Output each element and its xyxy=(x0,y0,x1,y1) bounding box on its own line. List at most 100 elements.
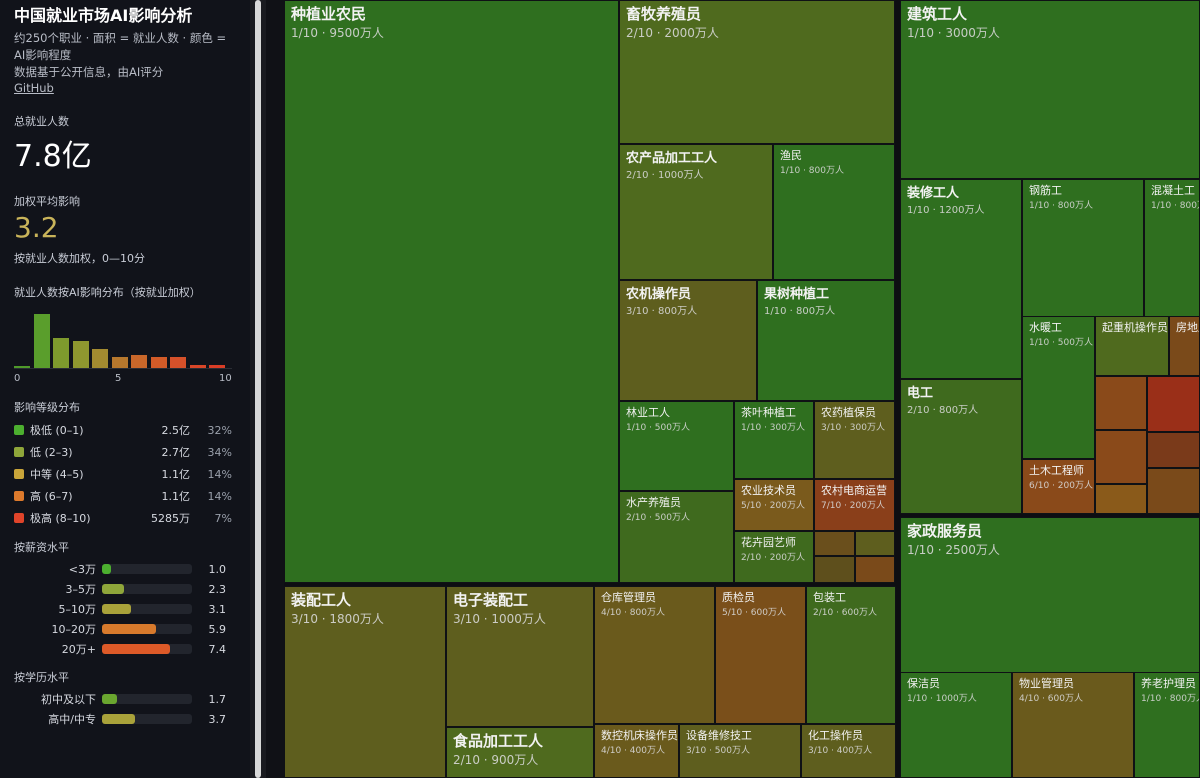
treemap-tile[interactable] xyxy=(1095,484,1147,514)
treemap-tile[interactable]: 房地产 xyxy=(1169,316,1200,376)
avg-note: 按就业人数加权，0—10分 xyxy=(14,252,145,265)
treemap-tile[interactable]: 农药植保员 3/10 · 300万人 xyxy=(814,401,895,479)
treemap-tile[interactable] xyxy=(855,531,895,556)
treemap-tile[interactable]: 农业技术员 5/10 · 200万人 xyxy=(734,479,814,531)
treemap-tile[interactable]: 水暖工 1/10 · 500万人 xyxy=(1022,316,1095,459)
treemap-tile[interactable]: 数控机床操作员 4/10 · 400万人 xyxy=(594,724,679,778)
salary-value: 1.0 xyxy=(208,562,227,576)
tile-name: 畜牧养殖员 xyxy=(626,5,702,23)
level-pct: 14% xyxy=(207,489,232,503)
treemap-tile[interactable] xyxy=(1147,376,1200,432)
tile-name: 设备维修技工 xyxy=(686,729,752,742)
tile-name: 土木工程师 xyxy=(1029,464,1084,477)
salary-track xyxy=(102,564,192,574)
tile-name: 农药植保员 xyxy=(821,406,876,419)
treemap-tile[interactable] xyxy=(814,531,855,556)
hist-tick-10: 10 xyxy=(219,373,232,384)
tile-meta: 4/10 · 400万人 xyxy=(601,746,665,756)
level-label: 影响等级分布 xyxy=(14,401,80,414)
avg-value: 3.2 xyxy=(14,211,59,244)
level-row: 极低 (0–1) 2.5亿 32% xyxy=(14,419,236,441)
treemap-tile[interactable]: 茶叶种植工 1/10 · 300万人 xyxy=(734,401,814,479)
treemap-tile[interactable]: 仓库管理员 4/10 · 800万人 xyxy=(594,586,715,724)
treemap-tile[interactable]: 种植业农民 1/10 · 9500万人 xyxy=(284,0,619,583)
treemap-tile[interactable]: 建筑工人 1/10 · 3000万人 xyxy=(900,0,1200,179)
edu-track xyxy=(102,694,192,704)
tile-meta: 1/10 · 3000万人 xyxy=(907,26,1000,40)
treemap-tile[interactable]: 电子装配工 3/10 · 1000万人 xyxy=(446,586,594,727)
salary-name: 20万+ xyxy=(61,643,96,656)
salary-row: 20万+ 7.4 xyxy=(14,639,236,659)
page-title: 中国就业市场AI影响分析 xyxy=(14,6,193,25)
tile-name: 农机操作员 xyxy=(626,287,692,302)
tile-name: 渔民 xyxy=(780,149,802,162)
treemap-tile[interactable]: 食品加工工人 2/10 · 900万人 xyxy=(446,727,594,778)
tile-name: 食品加工工人 xyxy=(453,732,544,750)
treemap-tile[interactable]: 林业工人 1/10 · 500万人 xyxy=(619,401,734,491)
tile-meta: 3/10 · 500万人 xyxy=(686,746,750,756)
tile-meta: 1/10 · 800万人 xyxy=(1151,201,1199,211)
treemap-tile[interactable]: 设备维修技工 3/10 · 500万人 xyxy=(679,724,801,778)
treemap-tile[interactable]: 花卉园艺师 2/10 · 200万人 xyxy=(734,531,814,583)
tile-name: 起重机操作员 xyxy=(1102,321,1168,334)
hist-bar xyxy=(111,357,128,368)
treemap-tile[interactable] xyxy=(855,556,895,583)
level-list: 极低 (0–1) 2.5亿 32% 低 (2–3) 2.7亿 34% 中等 (4… xyxy=(14,419,236,529)
impact-histogram xyxy=(14,312,232,369)
github-link[interactable]: GitHub xyxy=(14,81,236,95)
tile-meta: 1/10 · 1000万人 xyxy=(907,694,977,704)
treemap-tile[interactable]: 保洁员 1/10 · 1000万人 xyxy=(900,672,1012,778)
sidebar-scrollbar[interactable] xyxy=(250,0,266,778)
tile-name: 农村电商运营 xyxy=(821,484,887,497)
tile-meta: 2/10 · 1000万人 xyxy=(626,170,704,181)
treemap-tile[interactable]: 农村电商运营 7/10 · 200万人 xyxy=(814,479,895,531)
treemap-tile[interactable]: 物业管理员 4/10 · 600万人 xyxy=(1012,672,1134,778)
tile-name: 花卉园艺师 xyxy=(741,536,796,549)
salary-track xyxy=(102,624,192,634)
treemap-tile[interactable]: 农产品加工工人 2/10 · 1000万人 xyxy=(619,144,773,280)
treemap-tile[interactable]: 包装工 2/10 · 600万人 xyxy=(806,586,896,724)
treemap-tile[interactable]: 家政服务员 1/10 · 2500万人 xyxy=(900,517,1200,675)
treemap-tile[interactable]: 质检员 5/10 · 600万人 xyxy=(715,586,806,724)
salary-row: 10–20万 5.9 xyxy=(14,619,236,639)
treemap-tile[interactable]: 装配工人 3/10 · 1800万人 xyxy=(284,586,446,778)
salary-track xyxy=(102,604,192,614)
level-name: 极高 (8–10) xyxy=(30,512,91,525)
level-pct: 7% xyxy=(214,511,232,525)
treemap-tile[interactable]: 土木工程师 6/10 · 200万人 xyxy=(1022,459,1095,514)
level-pct: 32% xyxy=(207,423,232,437)
treemap-tile[interactable]: 农机操作员 3/10 · 800万人 xyxy=(619,280,757,401)
level-name: 低 (2–3) xyxy=(30,446,73,459)
treemap-tile[interactable]: 化工操作员 3/10 · 400万人 xyxy=(801,724,896,778)
treemap-tile[interactable]: 起重机操作员 xyxy=(1095,316,1169,376)
scrollbar-thumb[interactable] xyxy=(255,0,261,778)
tile-name: 质检员 xyxy=(722,591,755,604)
tile-meta: 1/10 · 800万人 xyxy=(780,166,844,176)
treemap-tile[interactable]: 畜牧养殖员 2/10 · 2000万人 xyxy=(619,0,895,144)
level-name: 中等 (4–5) xyxy=(30,468,84,481)
edu-value: 1.7 xyxy=(208,692,227,706)
treemap-tile[interactable]: 果树种植工 1/10 · 800万人 xyxy=(757,280,895,401)
description: 约250个职业 · 面积 = 就业人数 · 颜色 = AI影响程度 xyxy=(14,31,227,62)
level-pct: 34% xyxy=(207,445,232,459)
treemap-tile[interactable] xyxy=(1095,376,1147,430)
treemap-tile[interactable]: 电工 2/10 · 800万人 xyxy=(900,379,1022,514)
treemap-tile[interactable] xyxy=(1147,468,1200,514)
tile-meta: 7/10 · 200万人 xyxy=(821,501,885,511)
tile-meta: 1/10 · 800万人 xyxy=(1141,694,1200,704)
treemap-tile[interactable]: 装修工人 1/10 · 1200万人 xyxy=(900,179,1022,379)
salary-value: 3.1 xyxy=(208,602,227,616)
level-swatch xyxy=(14,513,24,523)
treemap-tile[interactable] xyxy=(1095,430,1147,484)
level-pct: 14% xyxy=(207,467,232,481)
tile-meta: 1/10 · 800万人 xyxy=(764,306,836,317)
tile-name: 林业工人 xyxy=(626,406,670,419)
treemap-tile[interactable]: 养老护理员 1/10 · 800万人 xyxy=(1134,672,1200,778)
tile-meta: 4/10 · 800万人 xyxy=(601,608,665,618)
treemap-tile[interactable]: 渔民 1/10 · 800万人 xyxy=(773,144,895,280)
treemap-tile[interactable]: 水产养殖员 2/10 · 500万人 xyxy=(619,491,734,583)
total-label: 总就业人数 xyxy=(14,115,69,128)
tile-meta: 1/10 · 1200万人 xyxy=(907,205,985,216)
treemap-tile[interactable] xyxy=(1147,432,1200,468)
treemap-tile[interactable] xyxy=(814,556,855,583)
